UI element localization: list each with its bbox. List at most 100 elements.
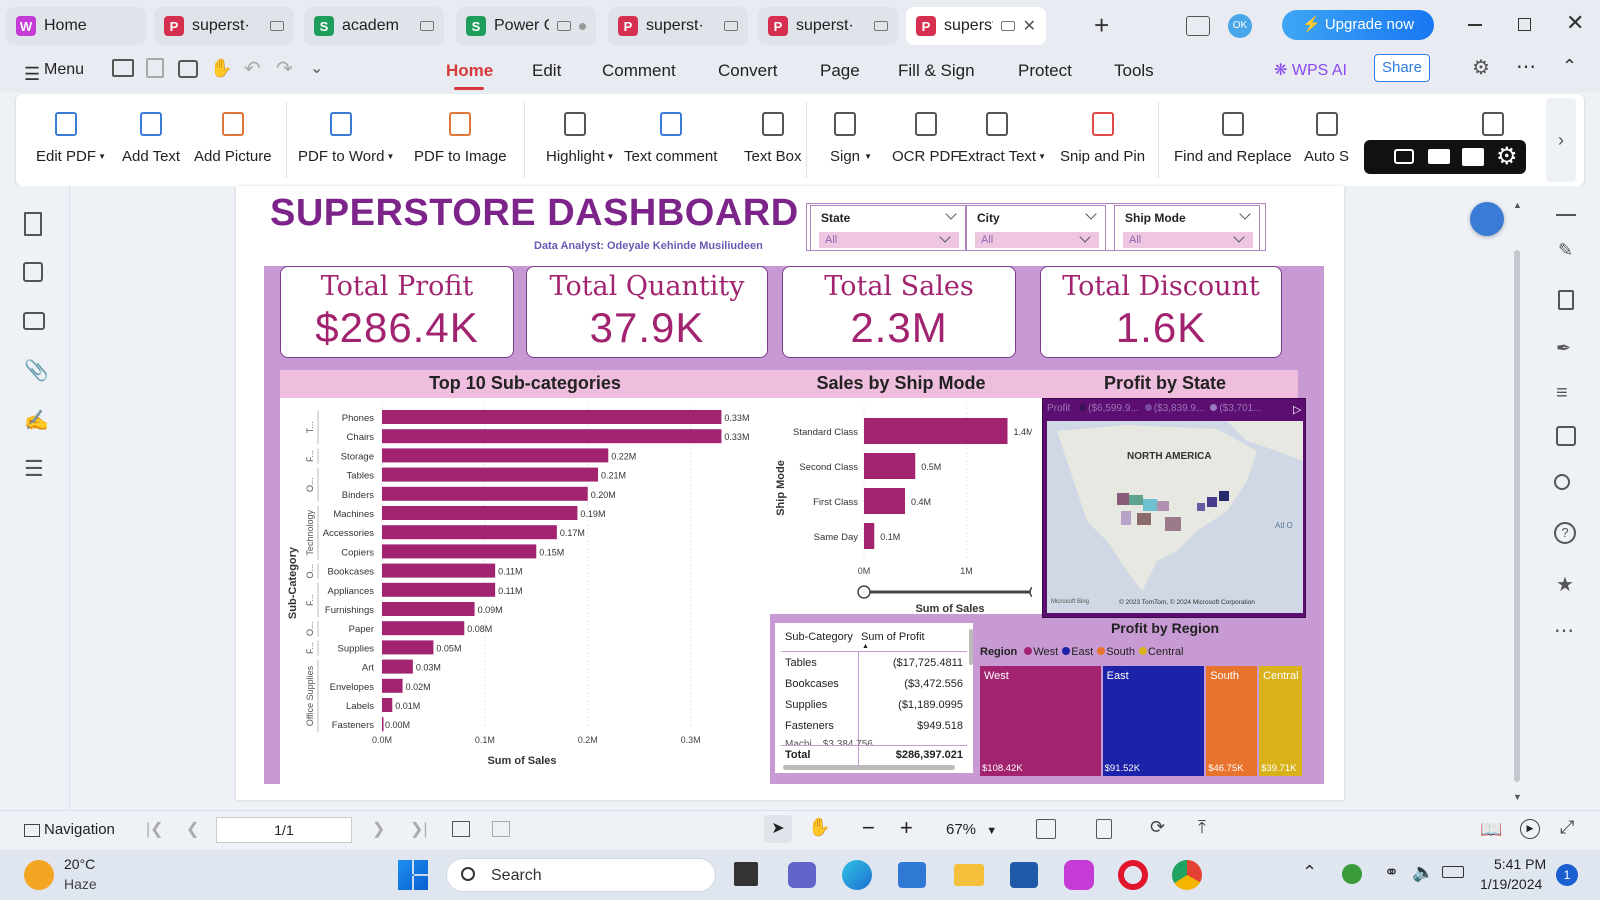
notification-badge[interactable]: 1 [1556, 864, 1578, 886]
hamburger-icon[interactable]: ☰ [24, 64, 40, 85]
remote-desktop-icon[interactable] [1010, 862, 1038, 888]
menu-home[interactable]: Home [446, 61, 493, 90]
scroll-up-icon[interactable]: ▲ [1513, 200, 1522, 210]
bar[interactable] [382, 506, 578, 520]
bar[interactable] [382, 621, 465, 636]
filter-value[interactable]: All [1123, 231, 1253, 248]
edge-icon[interactable] [842, 860, 872, 890]
ribbon-edit-pdf-button[interactable]: Edit PDF ▼ [36, 106, 106, 165]
bar[interactable] [382, 717, 384, 732]
close-tab-icon[interactable]: ✕ [1023, 16, 1036, 36]
treemap-cell-west[interactable]: West $108.42K [980, 666, 1101, 776]
bar[interactable] [382, 659, 413, 674]
scroll-thumb[interactable] [1514, 250, 1520, 782]
table-hscroll[interactable] [783, 765, 955, 770]
bar[interactable] [382, 525, 557, 540]
store-icon[interactable] [898, 862, 926, 888]
ribbon-scroll-right-icon[interactable]: › [1546, 98, 1576, 182]
ribbon-sign-button[interactable]: Sign ▼ [828, 106, 872, 165]
reading-mode-button[interactable]: 📖 [1480, 819, 1502, 840]
ribbon-add-picture-button[interactable]: Add Picture [194, 106, 272, 165]
ribbon-extract-text-button[interactable]: Extract Text ▼ [958, 106, 1046, 165]
bar[interactable] [382, 582, 496, 597]
tab-2[interactable]: Sacadem [304, 7, 444, 45]
more-icon[interactable]: ⋯ [1554, 618, 1574, 643]
treemap-cell-south[interactable]: South $46.75K [1206, 666, 1258, 776]
bar[interactable] [382, 429, 722, 444]
tray-app-icon[interactable] [1342, 864, 1362, 884]
filter-value[interactable]: All [975, 231, 1099, 248]
restore-button[interactable] [1518, 18, 1531, 31]
page-view-button[interactable] [1096, 819, 1112, 839]
document-icon[interactable] [1558, 290, 1574, 310]
menu-comment[interactable]: Comment [602, 61, 676, 81]
taskbar-search-box[interactable]: Search [446, 858, 716, 892]
treemap-cell-east[interactable]: East $91.52K [1102, 666, 1205, 776]
menu-button[interactable]: Menu [44, 61, 84, 79]
ribbon-snip-and-pin-button[interactable]: Snip and Pin [1060, 106, 1145, 165]
filter-state[interactable]: State All [810, 205, 966, 251]
wps-ai-button[interactable]: ❋ WPS AI [1274, 60, 1347, 80]
menu-edit[interactable]: Edit [532, 61, 561, 81]
avatar[interactable]: OK [1228, 14, 1252, 38]
clock-time[interactable]: 5:41 PM [1494, 856, 1546, 872]
chrome-icon[interactable] [1172, 860, 1202, 890]
fullscreen-button[interactable]: ⤢ [1560, 817, 1574, 838]
save-icon[interactable] [146, 58, 164, 78]
bar[interactable] [382, 467, 598, 482]
bug-icon[interactable]: ★ [1556, 572, 1574, 597]
table-vscroll[interactable] [969, 629, 973, 665]
windows-start-icon[interactable] [398, 860, 428, 890]
opera-icon[interactable] [1118, 860, 1148, 890]
file-icon[interactable] [734, 862, 758, 886]
forward-view-button[interactable] [492, 821, 510, 837]
tab-0[interactable]: W Home [6, 7, 146, 45]
tab-6[interactable]: Psuperst· ✕ [906, 7, 1046, 45]
page-number-input[interactable]: 1/1 [216, 817, 352, 843]
weather-temp[interactable]: 20°C [64, 856, 95, 872]
menu-convert[interactable]: Convert [718, 61, 778, 81]
bar[interactable] [864, 453, 916, 479]
scan-icon[interactable] [1556, 426, 1576, 446]
navigation-button[interactable]: Navigation [24, 821, 115, 838]
bar[interactable] [864, 488, 905, 514]
menu-page[interactable]: Page [820, 61, 860, 81]
new-tab-button[interactable]: + [1094, 10, 1109, 41]
tab-3[interactable]: S Power C [456, 7, 596, 45]
table-header-subcat[interactable]: Sub-Category [785, 631, 853, 643]
tray-chevron-icon[interactable]: ⌃ [1302, 862, 1317, 883]
translate-float-button[interactable] [1470, 202, 1504, 236]
file-explorer-icon[interactable] [954, 864, 984, 886]
bar[interactable] [382, 448, 609, 463]
redo-icon[interactable]: ↷ [276, 56, 293, 81]
window-icon[interactable] [1462, 148, 1484, 166]
fit-page-button[interactable] [1036, 819, 1056, 839]
hand-tool-button[interactable]: ✋ [808, 817, 830, 838]
minimize-button[interactable] [1468, 24, 1482, 26]
vertical-scrollbar[interactable]: ▲ ▼ [1512, 200, 1522, 804]
camera-icon[interactable] [1394, 149, 1414, 164]
upgrade-button[interactable]: ⚡ Upgrade now [1282, 10, 1434, 40]
search-icon[interactable] [1554, 474, 1570, 490]
menu-fill-sign[interactable]: Fill & Sign [898, 61, 975, 81]
menu-protect[interactable]: Protect [1018, 61, 1072, 81]
ribbon-text-box-button[interactable]: Text Box [744, 106, 802, 165]
state-map[interactable]: Profit ($6,599.9... ($3,839.9... ($3,701..… [1042, 398, 1306, 618]
treemap-cell-central[interactable]: Central $39.71K [1259, 666, 1302, 776]
clock-date[interactable]: 1/19/2024 [1480, 876, 1542, 892]
tab-5[interactable]: Psuperst· [758, 7, 898, 45]
signature-icon[interactable]: ✍ [24, 408, 49, 433]
help-icon[interactable]: ? [1554, 522, 1576, 544]
teams-icon[interactable] [788, 862, 816, 888]
filter-ship-mode[interactable]: Ship Mode All [1114, 205, 1260, 251]
first-page-button[interactable]: |❮ [146, 819, 164, 839]
play-button[interactable]: ▶ [1520, 819, 1540, 839]
undo-icon[interactable]: ↶ [244, 56, 261, 81]
hand-tool-icon[interactable]: ✋ [210, 58, 232, 79]
settings-gear-icon[interactable]: ⚙ [1472, 55, 1490, 80]
ribbon-text-comment-button[interactable]: Text comment [624, 106, 717, 165]
wps-app-icon[interactable] [1064, 860, 1094, 890]
bar[interactable] [382, 602, 475, 616]
zoom-in-button[interactable]: + [900, 815, 913, 841]
text-align-icon[interactable]: ≡ [1556, 382, 1568, 405]
